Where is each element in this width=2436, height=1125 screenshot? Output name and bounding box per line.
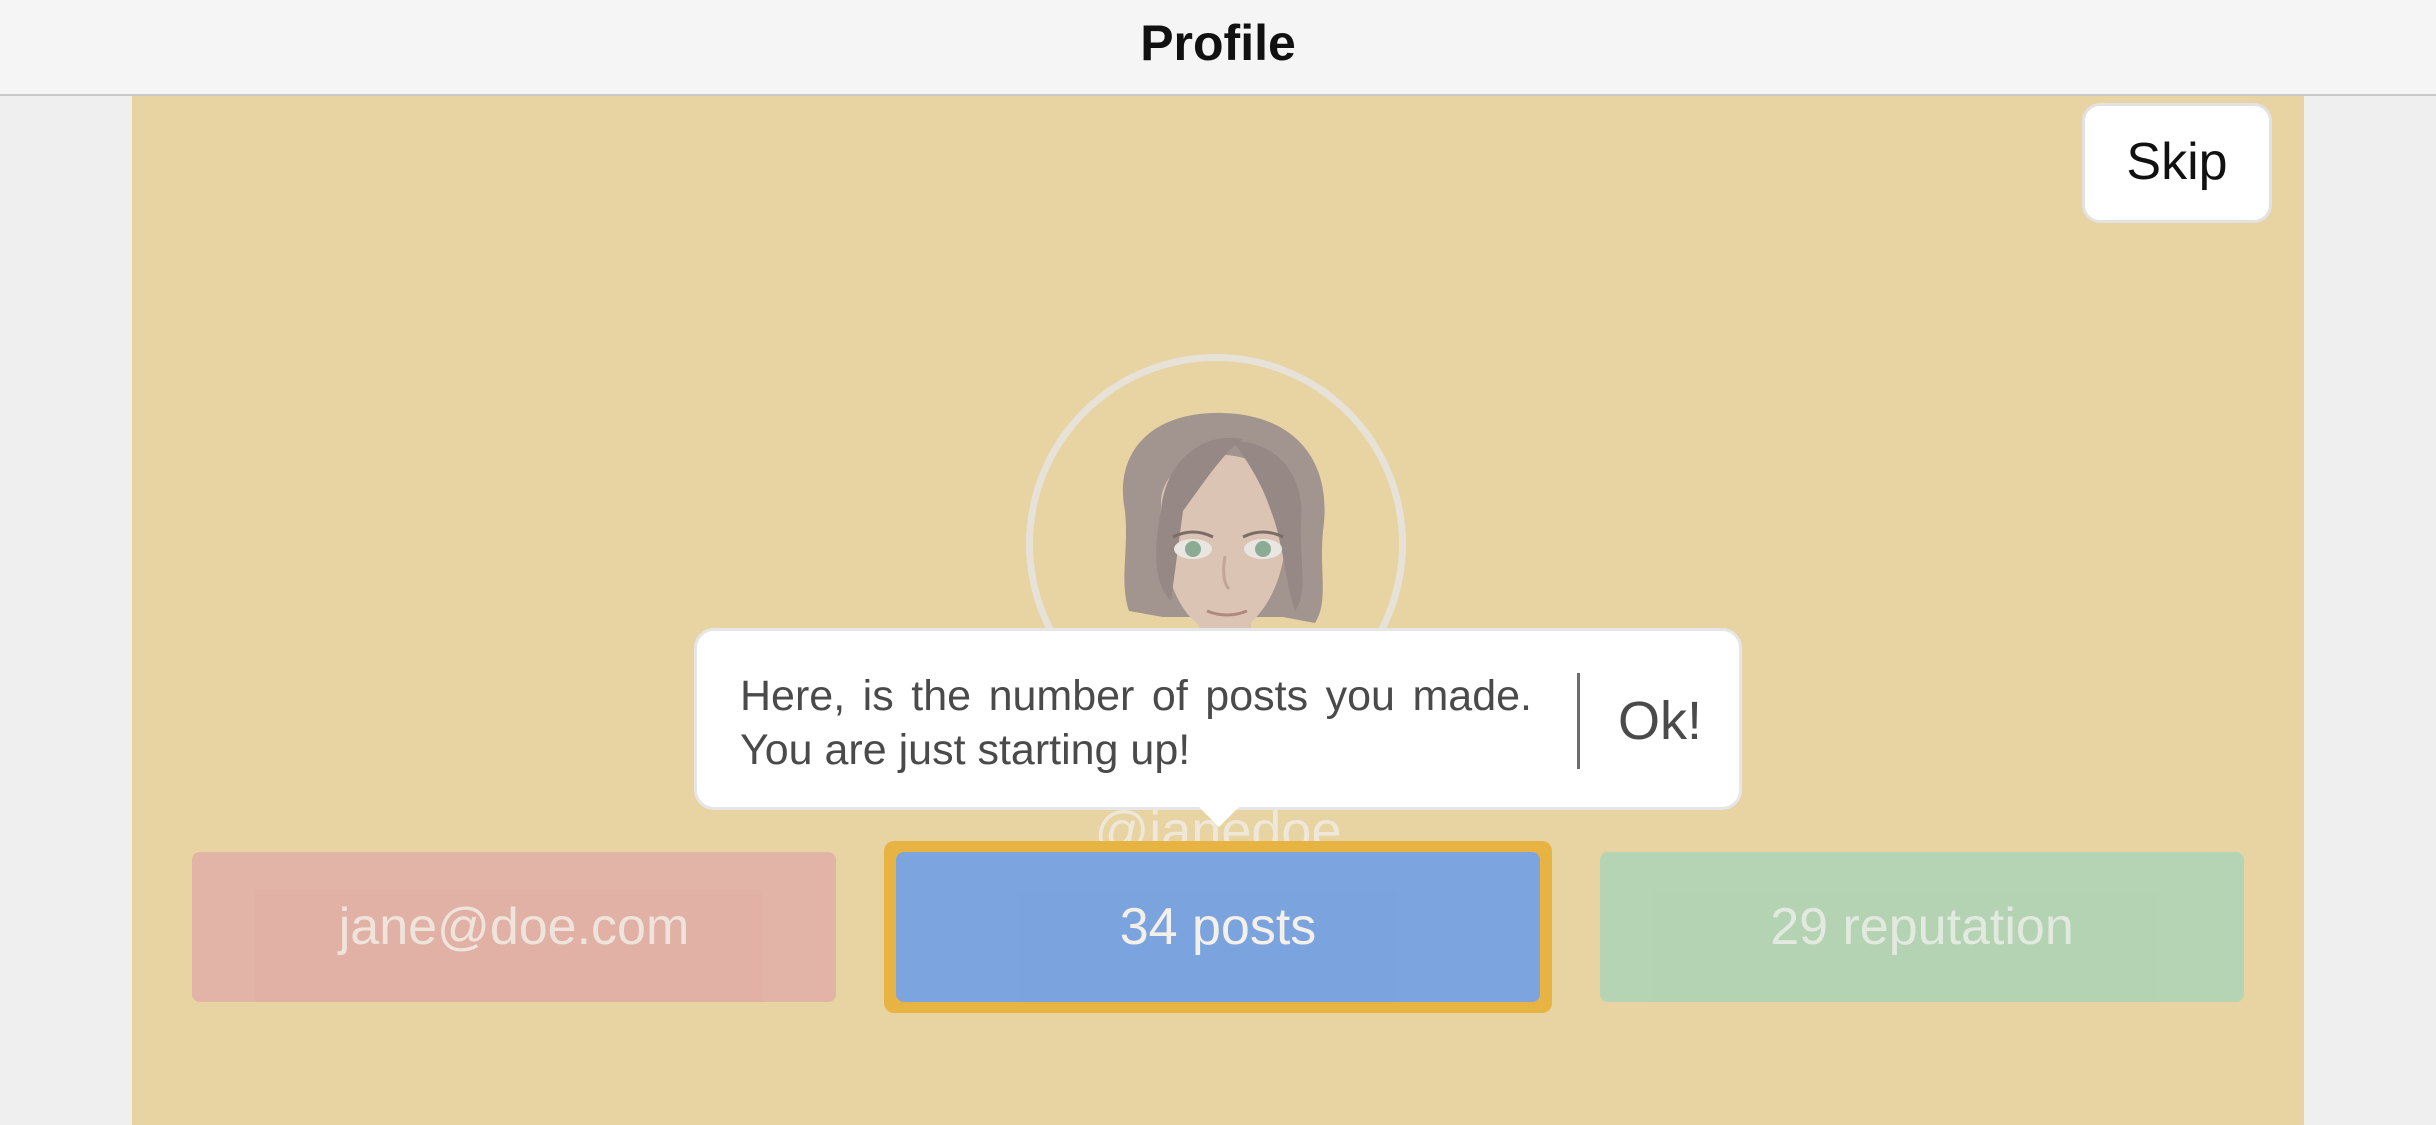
onboarding-overlay — [132, 96, 2304, 1125]
tooltip-divider — [1577, 673, 1580, 769]
onboarding-tooltip: Here, is the number of posts you made. Y… — [694, 628, 1742, 810]
ok-button[interactable]: Ok! — [1595, 661, 1725, 781]
skip-button[interactable]: Skip — [2082, 103, 2272, 223]
tooltip-message: Here, is the number of posts you made. Y… — [740, 672, 1532, 774]
tooltip-arrow — [1197, 805, 1241, 827]
navigation-bar: Profile — [0, 0, 2436, 96]
page-title: Profile — [1140, 15, 1296, 71]
